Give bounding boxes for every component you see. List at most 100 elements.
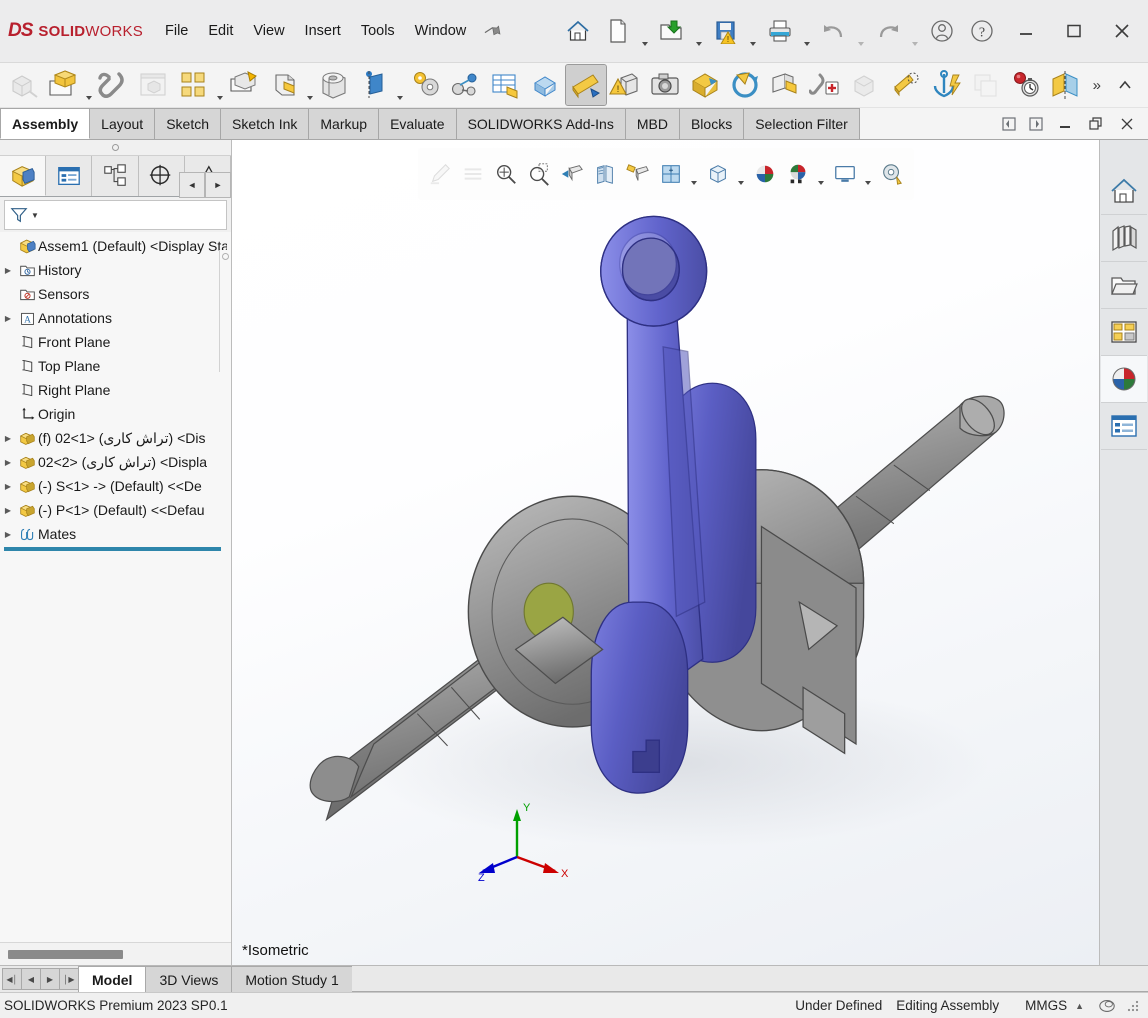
smart-fasteners-dropdown-caret[interactable] [214, 56, 224, 114]
task-pane-design-library[interactable] [1101, 215, 1147, 262]
tab-nav-next[interactable]: ▶ [40, 968, 60, 990]
show-hidden-components-dropdown-caret[interactable] [305, 56, 315, 114]
tree-item-assem1[interactable]: Assem1 (Default) <Display Sta [0, 234, 231, 258]
assembly-visualization-icon[interactable] [886, 65, 926, 105]
maximize-icon[interactable] [1050, 0, 1098, 62]
tab-solidworks-add-ins[interactable]: SOLIDWORKS Add-Ins [455, 108, 626, 139]
tree-expand-arrow[interactable]: ▶ [0, 506, 16, 515]
tab-layout[interactable]: Layout [89, 108, 156, 139]
undo-icon[interactable] [814, 9, 854, 53]
explode-line-sketch-icon[interactable] [526, 65, 566, 105]
tree-expand-arrow[interactable]: ▶ [0, 314, 16, 323]
add-mate-reference-icon[interactable] [806, 65, 846, 105]
resize-grip-icon[interactable] [1126, 999, 1140, 1013]
move-component-icon[interactable] [225, 65, 265, 105]
bottom-tab-motion-study-1[interactable]: Motion Study 1 [231, 966, 353, 992]
tab-nav-last[interactable]: │▶ [59, 968, 79, 990]
interference-detection-icon[interactable]: ! [606, 65, 646, 105]
status-units[interactable]: MMGS [1025, 998, 1067, 1013]
document-close-icon[interactable] [1112, 110, 1142, 138]
dimxpert-manager-tab[interactable] [139, 156, 185, 196]
feature-manager-tab-next[interactable]: ► [205, 172, 231, 198]
tree-expand-arrow[interactable]: ▶ [0, 530, 16, 539]
print-icon[interactable] [760, 9, 800, 53]
reference-geometry-icon[interactable] [355, 65, 395, 105]
hide-show-components-icon[interactable] [846, 65, 886, 105]
menu-edit[interactable]: Edit [199, 18, 242, 44]
performance-evaluation-icon[interactable] [1006, 65, 1046, 105]
tree-expand-arrow[interactable]: ▶ [0, 458, 16, 467]
tab-sketch[interactable]: Sketch [154, 108, 222, 139]
insert-components-icon[interactable] [44, 65, 84, 105]
save-warning-icon[interactable]: ! [706, 9, 746, 53]
tab-evaluate[interactable]: Evaluate [378, 108, 457, 139]
save-dropdown-caret[interactable] [746, 2, 760, 60]
overlay-icon[interactable] [1098, 997, 1116, 1015]
tree-item-component-s-1[interactable]: ▶ (-) S<1> -> (Default) <<De [0, 474, 231, 498]
fix-component-icon[interactable] [926, 65, 966, 105]
previous-document-icon[interactable] [996, 113, 1022, 135]
task-pane-solidworks-resources[interactable] [1101, 168, 1147, 215]
new-document-dropdown-caret[interactable] [638, 2, 652, 60]
smart-fasteners-icon[interactable] [174, 65, 214, 105]
tree-item-annotations[interactable]: ▶ A Annotations [0, 306, 231, 330]
configuration-manager-tab[interactable] [92, 156, 139, 196]
tab-nav-prev[interactable]: ◀ [21, 968, 41, 990]
feature-manager-design-tree-tab[interactable] [0, 156, 47, 196]
rotate-component-icon[interactable] [726, 65, 766, 105]
tree-item-history[interactable]: ▶ History [0, 258, 231, 282]
tree-expand-arrow[interactable]: ▶ [0, 482, 16, 491]
new-document-icon[interactable] [598, 9, 638, 53]
tree-item-component-p-1[interactable]: ▶ (-) P<1> (Default) <<Defau [0, 498, 231, 522]
assembly-features-icon[interactable] [315, 65, 355, 105]
task-pane-appearances-scenes[interactable] [1101, 356, 1147, 403]
scrollbar-thumb[interactable] [8, 949, 123, 959]
feature-tree-filter-bar[interactable]: ▼ [4, 200, 227, 230]
feature-manager-tab-prev[interactable]: ◄ [179, 172, 205, 198]
close-icon[interactable] [1098, 0, 1146, 62]
next-document-icon[interactable] [1023, 113, 1049, 135]
menu-window[interactable]: Window [406, 18, 476, 44]
tree-item-right-plane[interactable]: Right Plane [0, 378, 231, 402]
document-restore-icon[interactable] [1081, 110, 1111, 138]
tab-nav-first[interactable]: ◀│ [2, 968, 22, 990]
tree-horizontal-scrollbar[interactable] [0, 942, 231, 965]
tree-item-front-plane[interactable]: Front Plane [0, 330, 231, 354]
tree-vertical-scrollbar[interactable] [219, 250, 231, 372]
instant3d-icon[interactable] [564, 64, 607, 106]
section-view-icon[interactable] [1046, 65, 1086, 105]
help-icon[interactable]: ? [962, 9, 1002, 53]
tab-markup[interactable]: Markup [308, 108, 380, 139]
print-dropdown-caret[interactable] [800, 2, 814, 60]
pushpin-icon[interactable] [479, 16, 510, 47]
bottom-tab-model[interactable]: Model [78, 966, 147, 992]
show-hidden-components-icon[interactable] [265, 65, 305, 105]
tree-item-sensors[interactable]: Sensors [0, 282, 231, 306]
graphics-viewport[interactable]: Y X Z *Isometric [232, 140, 1099, 965]
tab-assembly[interactable]: Assembly [0, 108, 91, 139]
task-pane-custom-properties[interactable] [1101, 403, 1147, 450]
tree-expand-arrow[interactable]: ▶ [0, 434, 16, 443]
edit-component-icon[interactable] [4, 65, 44, 105]
take-snapshot-icon[interactable] [646, 65, 686, 105]
large-assembly-settings-icon[interactable] [966, 65, 1006, 105]
task-pane-file-explorer[interactable] [1101, 262, 1147, 309]
tree-item-component-02-1[interactable]: ▶ (f) 02<1> (تراش کاری) <Dis [0, 426, 231, 450]
tree-item-component-02-2[interactable]: ▶ 02<2> (تراش کاری) <Displa [0, 450, 231, 474]
status-units-caret[interactable]: ▲ [1075, 1001, 1084, 1011]
crankshaft-assembly-model[interactable] [232, 140, 1099, 965]
tab-mbd[interactable]: MBD [624, 108, 680, 139]
bottom-tab-3d-views[interactable]: 3D Views [145, 966, 233, 992]
redo-icon[interactable] [868, 9, 908, 53]
tree-item-mates[interactable]: ▶ Mates [0, 522, 231, 546]
command-manager-collapse-button[interactable] [1110, 78, 1140, 92]
menu-insert[interactable]: Insert [296, 18, 350, 44]
exploded-view-icon[interactable] [486, 65, 526, 105]
menu-view[interactable]: View [244, 18, 293, 44]
menu-tools[interactable]: Tools [352, 18, 404, 44]
open-document-dropdown-caret[interactable] [692, 2, 706, 60]
menu-file[interactable]: File [156, 18, 197, 44]
reference-geometry-dropdown-caret[interactable] [395, 56, 405, 114]
filter-dropdown-caret[interactable]: ▼ [31, 211, 39, 220]
redo-dropdown-caret[interactable] [908, 2, 922, 60]
